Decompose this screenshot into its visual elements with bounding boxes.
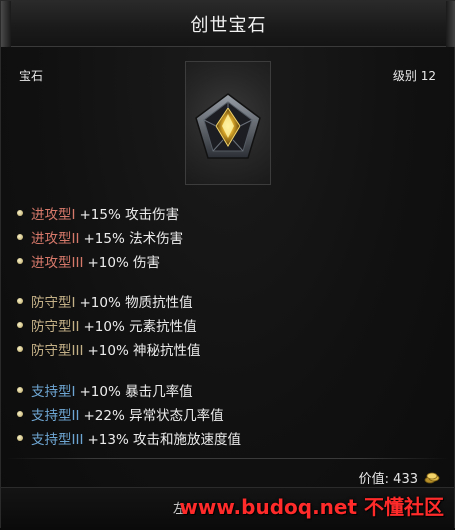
title-bar: 创世宝石 [1, 1, 455, 47]
footer-divider [5, 458, 450, 459]
stat-line: 支持型III +13% 攻击和施放速度值 [17, 426, 241, 450]
stat-tier-label: 支持型I [31, 384, 76, 400]
stat-tier-label: 进攻型III [31, 255, 84, 271]
bullet-icon [17, 234, 23, 240]
stat-value: +10% 神秘抗性值 [87, 343, 201, 359]
gold-coin-icon [424, 472, 440, 483]
stat-line: 防守型III +10% 神秘抗性值 [17, 337, 201, 361]
stat-tier-label: 防守型II [31, 319, 80, 335]
bullet-icon [17, 298, 23, 304]
item-level-label: 级别 12 [392, 69, 436, 83]
stat-line: 防守型II +10% 元素抗性值 [17, 313, 201, 337]
gem-portrait-frame [185, 61, 271, 185]
bullet-icon [17, 435, 23, 441]
bullet-icon [17, 411, 23, 417]
item-title: 创世宝石 [190, 15, 267, 36]
stat-group-support: 支持型I +10% 暴击几率值 支持型II +22% 异常状态几率值 支持型II… [17, 378, 241, 450]
stat-tier-label: 支持型II [31, 408, 80, 424]
stat-value: +10% 伤害 [87, 255, 161, 271]
stat-line: 支持型II +22% 异常状态几率值 [17, 402, 241, 426]
stat-line: 进攻型II +15% 法术伤害 [17, 225, 183, 249]
stat-group-attack: 进攻型I +15% 攻击伤害 进攻型II +15% 法术伤害 进攻型III +1… [17, 201, 183, 273]
stat-line: 支持型I +10% 暴击几率值 [17, 378, 241, 402]
item-price: 价值: 433 [359, 468, 440, 487]
stat-group-defense: 防守型I +10% 物质抗性值 防守型II +10% 元素抗性值 防守型III … [17, 289, 201, 361]
stat-value: +10% 元素抗性值 [83, 319, 197, 335]
site-watermark: www.budoq.net 不懂社区 [179, 495, 444, 519]
bullet-icon [17, 258, 23, 264]
stat-tier-label: 防守型I [31, 295, 76, 311]
pentagon-gem-icon [195, 93, 261, 159]
stat-value: +22% 异常状态几率值 [83, 408, 224, 424]
stat-value: +13% 攻击和施放速度值 [87, 432, 242, 448]
bullet-icon [17, 346, 23, 352]
price-label: 价值: 433 [358, 472, 418, 487]
stat-value: +10% 物质抗性值 [79, 295, 193, 311]
stat-value: +15% 攻击伤害 [79, 207, 180, 223]
stat-value: +10% 暴击几率值 [79, 384, 193, 400]
stat-line: 进攻型III +10% 伤害 [17, 249, 183, 273]
bullet-icon [17, 322, 23, 328]
stat-line: 进攻型I +15% 攻击伤害 [17, 201, 183, 225]
stat-tier-label: 进攻型II [31, 231, 80, 247]
stat-tier-label: 支持型III [31, 432, 84, 448]
stat-tier-label: 进攻型I [31, 207, 76, 223]
bullet-icon [17, 210, 23, 216]
item-type-label: 宝石 [19, 69, 44, 83]
item-tooltip-panel: 创世宝石 宝石 级别 12 进攻型I +15% 攻击伤害 进攻型II +15% … [0, 0, 455, 530]
bullet-icon [17, 387, 23, 393]
stat-value: +15% 法术伤害 [83, 231, 184, 247]
stat-tier-label: 防守型III [31, 343, 84, 359]
stat-line: 防守型I +10% 物质抗性值 [17, 289, 201, 313]
